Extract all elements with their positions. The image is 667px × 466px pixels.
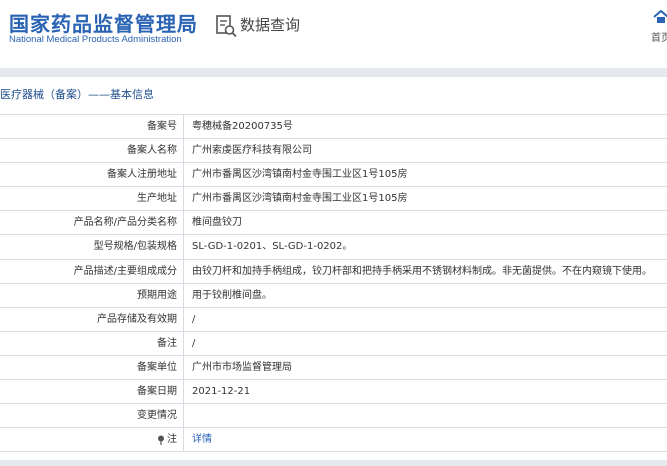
table-row: 型号规格/包装规格 SL-GD-1-0201、SL-GD-1-0202。 [0,235,667,260]
agency-logo-cn[interactable]: 国家药品监督管理局 [9,8,198,37]
section-title: 医疗器械（备案）——基本信息 [0,88,154,101]
note-label: 注 [167,434,177,446]
table-row: 备案单位 广州市市场监督管理局 [0,355,667,381]
row-value: / [192,337,196,349]
footer-divider [0,460,667,466]
table-row-note: 注 详情 [0,428,667,453]
note-label-cell: 注 [0,428,184,452]
row-label: 预期用途 [0,283,184,307]
home-link[interactable]: 首页 [651,29,667,44]
table-row: 备案人注册地址 广州市番禺区沙湾镇南村金寺围工业区1号105房 [0,163,667,188]
table-row: 备案日期 2021-12-21 [0,380,667,405]
row-value: 广州索虔医疗科技有限公司 [192,145,312,157]
details-link[interactable]: 详情 [192,434,212,445]
row-value: 椎间盘铰刀 [192,217,242,229]
table-row: 产品名称/产品分类名称 椎间盘铰刀 [0,211,667,236]
row-value: 用于铰削椎间盘。 [192,289,272,301]
row-label: 生产地址 [0,187,184,211]
row-label: 产品描述/主要组成成分 [0,259,184,283]
data-query-label[interactable]: 数据查询 [240,14,300,35]
row-label: 备案日期 [0,380,184,404]
row-value: 广州市市场监督管理局 [192,361,292,373]
row-label: 型号规格/包装规格 [0,235,184,259]
row-label: 备案号 [0,115,184,139]
row-value: 粤穗械备20200735号 [192,121,293,132]
site-header: 国家药品监督管理局 National Medical Products Admi… [0,0,667,64]
row-label: 变更情况 [0,404,184,428]
row-value: SL-GD-1-0201、SL-GD-1-0202。 [192,241,353,253]
table-row: 备案人名称 广州索虔医疗科技有限公司 [0,139,667,164]
row-value: 广州市番禺区沙湾镇南村金寺围工业区1号105房 [192,169,408,181]
row-label: 产品存储及有效期 [0,307,184,331]
table-row: 产品存储及有效期 / [0,307,667,332]
row-label: 备案单位 [0,355,184,380]
row-value: 广州市番禺区沙湾镇南村金寺围工业区1号105房 [192,193,408,205]
table-row: 生产地址 广州市番禺区沙湾镇南村金寺围工业区1号105房 [0,187,667,212]
agency-logo-en: National Medical Products Administration [9,34,182,45]
row-value: 2021-12-21 [192,386,251,398]
table-row: 产品描述/主要组成成分 由铰刀杆和加持手柄组成，铰刀杆部和把持手柄采用不锈钢材料… [0,259,667,284]
home-icon[interactable] [653,10,667,24]
row-value [184,404,667,427]
row-label: 备案人注册地址 [0,163,184,187]
table-row: 变更情况 [0,404,667,429]
table-row: 预期用途 用于铰削椎间盘。 [0,283,667,308]
data-query-icon[interactable] [215,14,237,38]
info-table: 备案号 粤穗械备20200735号 备案人名称 广州索虔医疗科技有限公司 备案人… [0,114,667,453]
row-value: 由铰刀杆和加持手柄组成，铰刀杆部和把持手柄采用不锈钢材料制成。非无菌提供。不在内… [192,265,652,277]
table-row: 备注 / [0,331,667,356]
pin-icon [158,435,164,445]
row-label: 备注 [0,331,184,355]
row-value: / [192,313,196,325]
header-divider [0,68,667,77]
row-label: 备案人名称 [0,139,184,163]
row-label: 产品名称/产品分类名称 [0,211,184,235]
note-value: 详情 [184,428,667,451]
table-row: 备案号 粤穗械备20200735号 [0,115,667,140]
